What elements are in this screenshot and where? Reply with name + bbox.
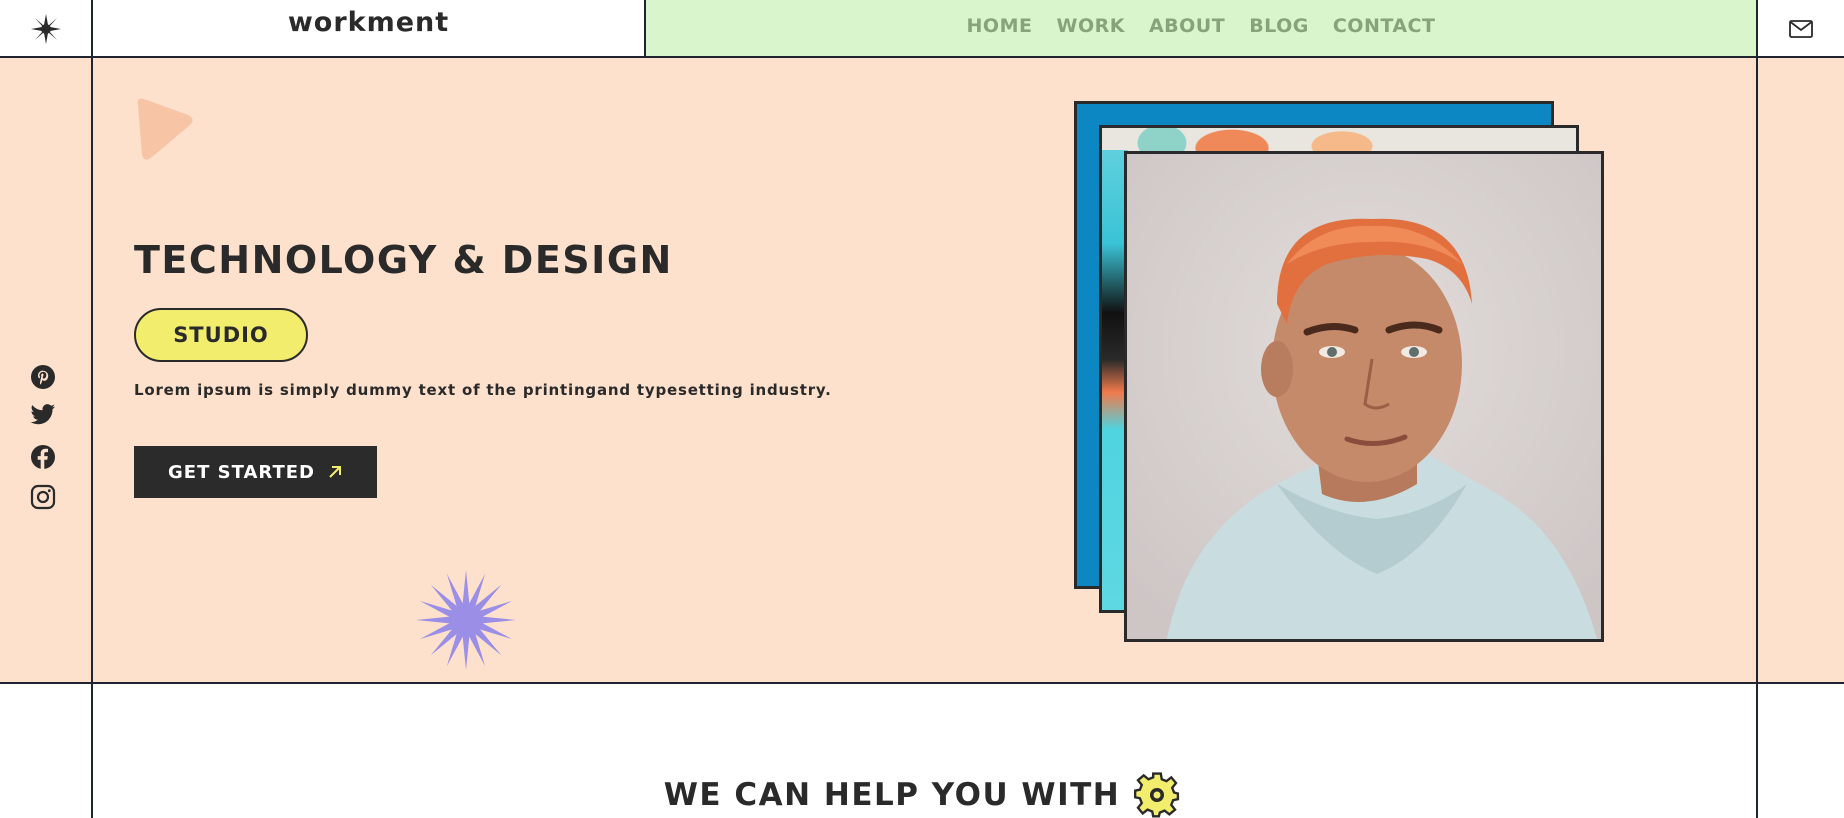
grid-line-header [0,56,1844,58]
portrait-illustration [1127,154,1601,639]
services-title: WE CAN HELP YOU WITH [663,777,1121,813]
hero-title: TECHNOLOGY & DESIGN [134,238,673,282]
nav-about[interactable]: ABOUT [1149,15,1225,37]
grid-line-right [1756,0,1758,818]
triangle-decoration-icon [137,98,193,160]
services-heading: WE CAN HELP YOU WITH [0,772,1844,818]
nav-work[interactable]: WORK [1056,15,1124,37]
get-started-button[interactable]: GET STARTED [134,446,377,498]
portrait-photo [1124,151,1604,642]
pinterest-icon[interactable] [30,364,56,389]
facebook-icon[interactable] [30,444,56,469]
brand-name[interactable]: workment [288,7,449,38]
hero-section: TECHNOLOGY & DESIGN STUDIO Lorem ipsum i… [0,57,1844,683]
starburst-decoration-icon [416,570,516,670]
social-links [30,364,56,510]
get-started-label: GET STARTED [168,461,315,483]
starburst-logo-icon [31,13,61,44]
brand-area: workment [92,0,645,57]
nav-home[interactable]: HOME [967,15,1033,37]
gear-icon [1134,772,1180,818]
main-nav: HOME WORK ABOUT BLOG CONTACT [645,0,1757,57]
instagram-icon[interactable] [30,484,56,510]
site-header: workment HOME WORK ABOUT BLOG CONTACT [0,0,1844,57]
mail-icon [1788,19,1813,38]
nav-contact[interactable]: CONTACT [1333,15,1436,37]
arrow-up-right-icon [329,466,341,478]
nav-blog[interactable]: BLOG [1249,15,1309,37]
grid-line-header-divider [644,0,646,57]
grid-line-hero-bottom [0,682,1844,684]
studio-badge: STUDIO [134,308,308,362]
mail-button[interactable] [1757,0,1844,57]
hero-description: Lorem ipsum is simply dummy text of the … [134,381,832,399]
logo[interactable] [0,0,92,57]
twitter-icon[interactable] [30,404,56,428]
grid-line-left [91,0,93,818]
